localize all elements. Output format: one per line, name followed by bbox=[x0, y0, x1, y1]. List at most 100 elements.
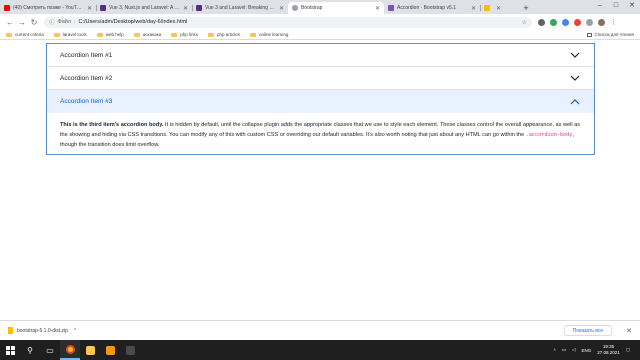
chevron-up-icon bbox=[570, 98, 580, 104]
bookmarks-bar: current criteria laravel tools web help … bbox=[0, 30, 640, 40]
chevron-down-icon bbox=[570, 52, 580, 58]
bookmark-label: аскакака bbox=[142, 32, 162, 37]
close-tab-icon[interactable]: ✕ bbox=[496, 5, 501, 12]
folder-icon bbox=[53, 32, 60, 37]
bookmark-label: web help bbox=[105, 32, 124, 37]
folder-icon bbox=[96, 32, 103, 37]
chrome-taskbar-icon[interactable] bbox=[60, 340, 80, 360]
reading-list-icon bbox=[586, 32, 592, 37]
close-downloads-button[interactable]: ✕ bbox=[626, 327, 632, 335]
close-tab-icon[interactable]: ✕ bbox=[375, 5, 380, 12]
browser-tab-other[interactable]: ✕ bbox=[480, 2, 520, 14]
reading-list-label: Список для чтения bbox=[594, 32, 634, 37]
browser-tab-vue-laravel[interactable]: Vue 3 and Laravel: Breaking a Mo ✕ bbox=[192, 2, 288, 14]
address-bar[interactable]: ⓘ Файл | C:/Users/adm/Desktop/web/day-6/… bbox=[44, 16, 532, 28]
download-filename: bootstrap-5.1.0-dist.zip bbox=[17, 327, 68, 334]
network-icon[interactable]: ▭ bbox=[562, 347, 566, 353]
folder-icon bbox=[208, 32, 215, 37]
bootstrap-icon bbox=[388, 5, 394, 11]
zip-file-icon bbox=[8, 327, 13, 334]
close-tab-icon[interactable]: ✕ bbox=[279, 5, 284, 12]
app-icon bbox=[125, 345, 135, 355]
accordion-button-1[interactable]: Accordion Item #1 bbox=[47, 44, 594, 66]
accordion-button-2[interactable]: Accordion Item #2 bbox=[47, 67, 594, 89]
accordion-body-strong: This is the third item's accordion body. bbox=[60, 122, 164, 128]
accordion: Accordion Item #1 Accordion Item #2 Acco… bbox=[46, 43, 595, 155]
notifications-icon[interactable]: ▢ bbox=[626, 347, 630, 353]
tab-title: Vue 3 and Laravel: Breaking a Mo bbox=[205, 5, 276, 11]
extension-icons: ⋮ bbox=[538, 18, 617, 26]
accordion-item: Accordion Item #2 bbox=[47, 67, 594, 90]
chevron-up-icon[interactable]: ^ bbox=[74, 328, 76, 334]
browser-tab-accordion-docs[interactable]: Accordion · Bootstrap v5.1 ✕ bbox=[384, 2, 480, 14]
maximize-button[interactable]: □ bbox=[608, 0, 624, 14]
minimize-button[interactable]: – bbox=[592, 0, 608, 14]
back-icon[interactable]: ← bbox=[4, 18, 16, 27]
download-item[interactable]: bootstrap-5.1.0-dist.zip ^ bbox=[0, 327, 100, 334]
clock-date: 27.08.2021 bbox=[597, 350, 620, 355]
close-window-button[interactable]: ✕ bbox=[624, 0, 640, 14]
bookmark-folder[interactable]: current criteria bbox=[6, 32, 44, 37]
page-icon bbox=[484, 5, 490, 11]
extension-icon[interactable] bbox=[550, 18, 557, 26]
bookmark-folder[interactable]: php links bbox=[171, 32, 198, 37]
browser-tab-bootstrap[interactable]: Bootstrap ✕ bbox=[288, 2, 384, 14]
accordion-item: Accordion Item #3 This is the third item… bbox=[47, 90, 594, 150]
bookmark-folder[interactable]: аскакака bbox=[133, 32, 162, 37]
bookmark-label: online learning bbox=[259, 32, 289, 37]
bookmark-folder[interactable]: php articles bbox=[208, 32, 240, 37]
reload-icon[interactable]: ↻ bbox=[28, 18, 40, 27]
accordion-button-3[interactable]: Accordion Item #3 bbox=[47, 90, 594, 113]
browser-tab-youtube[interactable]: (40) Смотреть позже - YouTube ✕ bbox=[0, 2, 96, 14]
browser-tab-strip: (40) Смотреть позже - YouTube ✕ Vue 3, N… bbox=[0, 0, 640, 14]
tab-title: Bootstrap bbox=[301, 5, 323, 11]
extension-icon[interactable] bbox=[562, 18, 569, 26]
tab-title: (40) Смотреть позже - YouTube bbox=[13, 5, 84, 11]
accordion-item: Accordion Item #1 bbox=[47, 44, 594, 67]
task-view-icon[interactable]: ▭ bbox=[40, 340, 60, 360]
forward-icon[interactable]: → bbox=[16, 18, 28, 27]
clock[interactable]: 19:35 27.08.2021 bbox=[597, 344, 620, 356]
windows-taskbar: ⚲ ▭ ^ ▭ ◁ ENG 19:35 27.08.2021 ▢ bbox=[0, 340, 640, 360]
windows-logo-icon bbox=[5, 345, 15, 355]
extension-icon[interactable] bbox=[538, 18, 545, 26]
window-controls: – □ ✕ bbox=[592, 0, 640, 14]
address-scheme-label: Файл bbox=[57, 19, 72, 25]
language-indicator[interactable]: ENG bbox=[581, 348, 591, 353]
bookmark-folder[interactable]: laravel tools bbox=[53, 32, 87, 37]
chrome-icon bbox=[65, 344, 75, 354]
volume-icon[interactable]: ◁ bbox=[572, 347, 575, 353]
bookmark-label: current criteria bbox=[15, 32, 44, 37]
menu-dots-icon[interactable]: ⋮ bbox=[610, 19, 617, 26]
tab-title: Vue 3, Nuxt.js and Laravel: A Rap bbox=[109, 5, 180, 11]
extension-icon[interactable] bbox=[574, 18, 581, 26]
bookmark-star-icon[interactable]: ☆ bbox=[522, 19, 527, 26]
profile-avatar[interactable] bbox=[598, 18, 605, 26]
start-button[interactable] bbox=[0, 340, 20, 360]
accordion-body-code: .accordion-body bbox=[525, 132, 573, 138]
accordion-button-label: Accordion Item #1 bbox=[60, 51, 113, 59]
chevron-up-icon[interactable]: ^ bbox=[554, 348, 556, 353]
search-icon[interactable]: ⚲ bbox=[20, 340, 40, 360]
show-all-downloads-button[interactable]: Показать все bbox=[563, 325, 613, 336]
folder-icon bbox=[85, 345, 95, 355]
info-icon[interactable]: ⓘ bbox=[49, 18, 55, 26]
bookmark-folder[interactable]: web help bbox=[96, 32, 124, 37]
reading-list[interactable]: Список для чтения bbox=[586, 32, 634, 37]
file-explorer-taskbar-icon[interactable] bbox=[80, 340, 100, 360]
system-tray: ^ ▭ ◁ ENG 19:35 27.08.2021 ▢ bbox=[554, 344, 640, 356]
sublime-icon bbox=[105, 345, 115, 355]
extensions-puzzle-icon[interactable] bbox=[586, 18, 593, 26]
address-url[interactable]: C:/Users/adm/Desktop/web/day-6/index.htm… bbox=[78, 19, 187, 25]
bookmark-folder[interactable]: online learning bbox=[250, 32, 288, 37]
new-tab-button[interactable]: + bbox=[520, 2, 532, 14]
browser-tab-vue-nuxt[interactable]: Vue 3, Nuxt.js and Laravel: A Rap ✕ bbox=[96, 2, 192, 14]
youtube-icon bbox=[4, 5, 10, 11]
sublime-taskbar-icon[interactable] bbox=[100, 340, 120, 360]
close-tab-icon[interactable]: ✕ bbox=[471, 5, 476, 12]
close-tab-icon[interactable]: ✕ bbox=[183, 5, 188, 12]
close-tab-icon[interactable]: ✕ bbox=[87, 5, 92, 12]
accordion-body: This is the third item's accordion body.… bbox=[47, 113, 594, 150]
app-taskbar-icon[interactable] bbox=[120, 340, 140, 360]
downloads-bar: bootstrap-5.1.0-dist.zip ^ Показать все … bbox=[0, 320, 640, 340]
